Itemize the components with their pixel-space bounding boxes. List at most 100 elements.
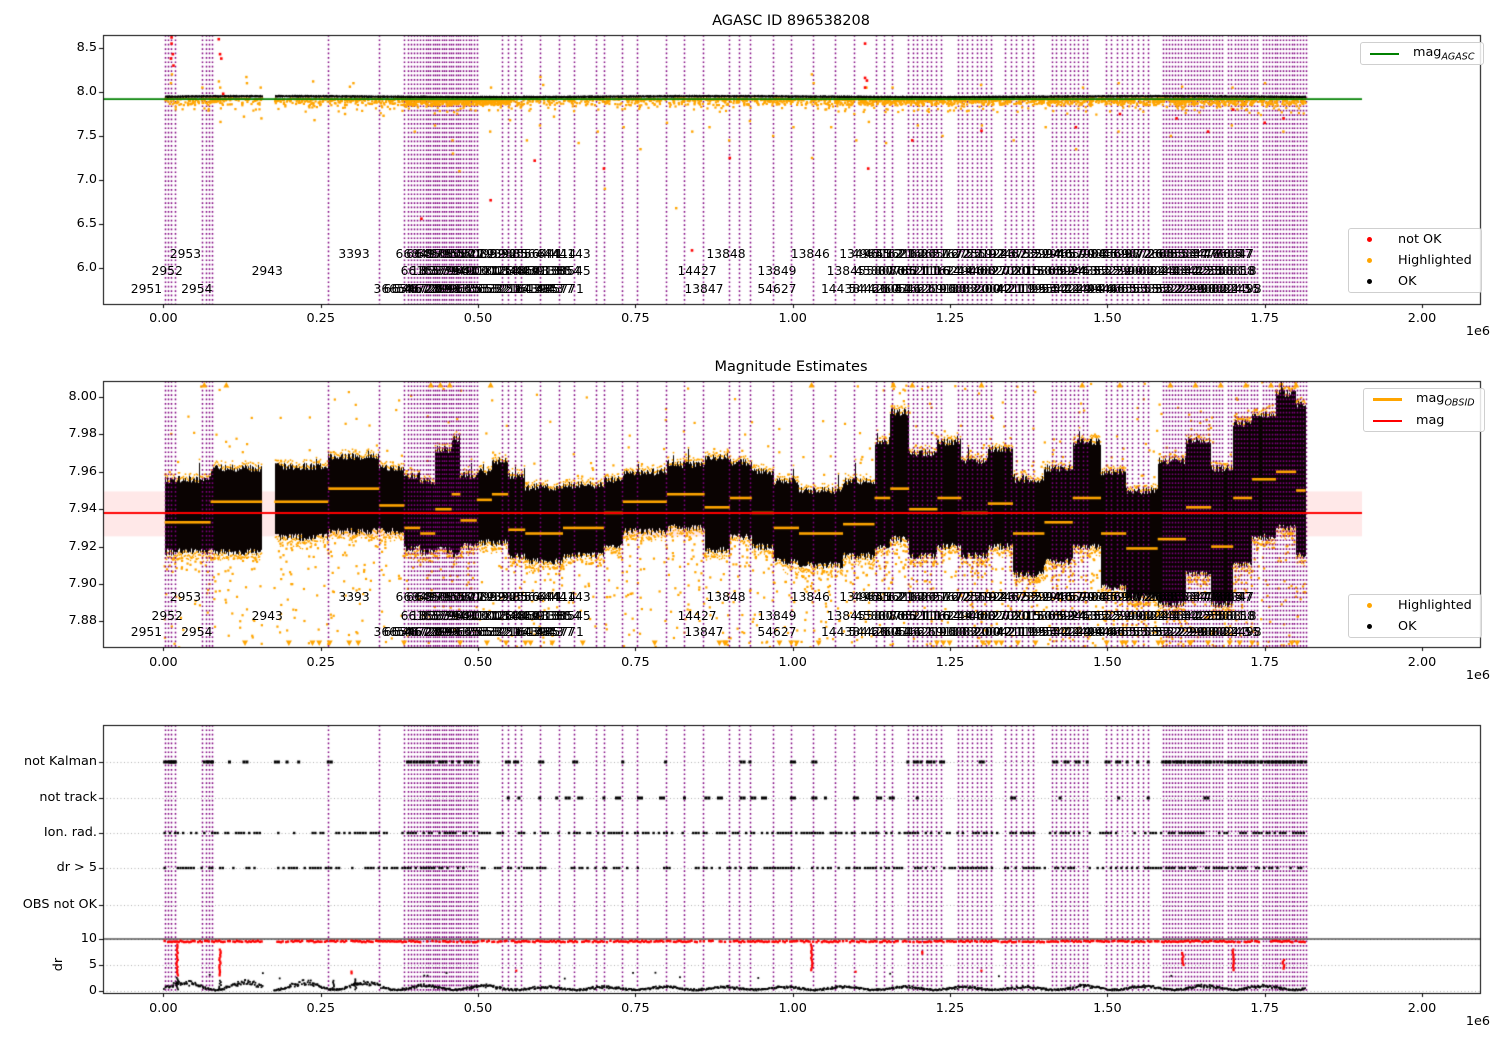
obsid-label: 13847	[684, 282, 724, 296]
legend-label: OK	[1398, 274, 1417, 289]
obsid-label: 13848	[706, 590, 746, 604]
obsid-label: 58	[1239, 609, 1255, 623]
mid-ytick-label: 7.92	[68, 538, 98, 554]
xtick-label-top: 1.75	[1250, 311, 1279, 326]
black-dot-swatch	[1367, 279, 1372, 284]
obsid-label: 2953	[169, 590, 202, 604]
obsid-label: 2953	[169, 247, 202, 261]
xtick-label-top: 1.50	[1093, 311, 1122, 326]
obsid-label: 44143	[551, 247, 591, 261]
top-ytick-label: 7.0	[76, 172, 97, 187]
obsid-label: 2943	[251, 609, 283, 623]
xtick-label-bottom: 0.50	[463, 1001, 493, 1016]
xtick-label-top: 2.00	[1407, 311, 1437, 326]
flag-row-label: not Kalman	[23, 754, 97, 769]
black-dot-swatch	[1367, 624, 1372, 629]
mid-ytick-label: 7.94	[68, 501, 98, 517]
obsid-label: 13848	[706, 247, 746, 261]
legend-mag-agasc: magAGASC	[1360, 42, 1485, 65]
obsid-label: 47	[1236, 590, 1253, 604]
mid-ytick-label: 8.00	[68, 389, 98, 404]
mid-ytick-label: 7.96	[68, 463, 98, 479]
top-ytick-label: 7.5	[76, 128, 97, 143]
obsid-label: 2943	[251, 264, 283, 278]
xtick-label-middle: 0.75	[621, 655, 650, 670]
dr-tick-label: 10	[80, 931, 97, 946]
orange-dot-swatch	[1367, 603, 1372, 608]
xtick-label-middle: 1.25	[935, 655, 965, 670]
obsid-label: 3393	[338, 247, 370, 261]
figure-canvas	[0, 0, 1500, 1050]
obsid-label: 2951	[130, 625, 163, 639]
mid-ytick-label: 7.90	[68, 576, 98, 591]
axis-offset-label: 1e6	[1465, 1014, 1490, 1029]
axis-offset-label: 1e6	[1465, 324, 1490, 339]
orange-dot-swatch	[1367, 258, 1372, 263]
xtick-label-bottom: 0.75	[621, 1001, 650, 1016]
obsid-label: 55	[1244, 625, 1260, 639]
legend-item-mag: mag	[1364, 410, 1484, 431]
orange-line-swatch	[1373, 398, 1402, 401]
flag-row-label: not track	[39, 790, 97, 805]
mid-ytick-label: 7.88	[68, 613, 98, 629]
xtick-label-bottom: 1.25	[935, 1001, 965, 1016]
xtick-label-middle: 0.25	[306, 655, 335, 670]
xtick-label-middle: 0.50	[463, 655, 493, 670]
obsid-label: 13846	[790, 590, 830, 604]
xtick-label-bottom: 2.00	[1407, 1001, 1437, 1016]
red-line-swatch	[1373, 419, 1402, 422]
xtick-label-bottom: 1.00	[778, 1001, 807, 1016]
green-line-swatch	[1370, 52, 1399, 55]
top-ytick-label: 6.5	[76, 216, 97, 231]
obsid-label: 2952	[151, 609, 183, 623]
legend-label: OK	[1398, 619, 1417, 634]
red-dot-swatch	[1367, 237, 1372, 242]
legend-item-ok: OK	[1349, 616, 1481, 637]
obsid-label: 14427	[677, 609, 717, 623]
obsid-label: 54627	[757, 282, 797, 296]
xtick-label-bottom: 0.25	[306, 1001, 335, 1016]
legend-status: not OK Highlighted OK	[1348, 228, 1482, 293]
obsid-label: 44143	[551, 590, 591, 604]
xtick-label-top: 0.75	[621, 311, 650, 326]
top-ytick-label: 6.0	[76, 260, 97, 275]
obsid-label: 38545	[551, 609, 591, 623]
top-ytick-label: 8.0	[76, 84, 97, 99]
dr-tick-label: 5	[88, 957, 97, 972]
legend-label: mag	[1416, 413, 1445, 428]
legend-label: Highlighted	[1398, 598, 1472, 613]
legend-item-mag-agasc: magAGASC	[1361, 43, 1483, 64]
legend-item-ok: OK	[1349, 271, 1481, 292]
xtick-label-top: 0.00	[149, 311, 178, 326]
legend-item-highlighted: Highlighted	[1349, 595, 1481, 616]
xtick-label-middle: 1.50	[1093, 655, 1122, 670]
legend-label: magOBSID	[1416, 390, 1475, 409]
legend-item-mag-obsid: magOBSID	[1364, 389, 1484, 410]
xtick-label-bottom: 1.75	[1250, 1001, 1279, 1016]
legend-label: Highlighted	[1398, 253, 1472, 268]
flag-row-label: Ion. rad.	[43, 825, 97, 840]
flag-row-label: dr > 5	[56, 860, 97, 875]
top-panel-title: AGASC ID 896538208	[712, 13, 870, 29]
obsid-label: 47	[1236, 247, 1253, 261]
legend-mag-lines: magOBSID mag	[1363, 388, 1485, 432]
xtick-label-middle: 1.00	[778, 655, 807, 670]
obsid-label: 2951	[130, 282, 163, 296]
obsid-label: 2954	[181, 282, 213, 296]
axis-offset-label: 1e6	[1465, 668, 1490, 683]
legend-status-mid: Highlighted OK	[1348, 594, 1482, 638]
obsid-label: 38545	[551, 264, 591, 278]
top-ytick-label: 8.5	[76, 40, 97, 55]
obsid-label: 2952	[151, 264, 183, 278]
xtick-label-top: 0.25	[306, 311, 335, 326]
legend-item-not-ok: not OK	[1349, 229, 1481, 250]
dr-axis-label: dr	[51, 957, 67, 972]
obsid-label: 14427	[677, 264, 717, 278]
xtick-label-middle: 2.00	[1407, 655, 1437, 670]
xtick-label-middle: 0.00	[149, 655, 178, 670]
obsid-label: 3393	[338, 590, 370, 604]
legend-label: not OK	[1398, 232, 1442, 247]
obsid-label: 58	[1239, 264, 1255, 278]
legend-item-highlighted: Highlighted	[1349, 250, 1481, 271]
mid-ytick-label: 7.98	[68, 426, 98, 442]
